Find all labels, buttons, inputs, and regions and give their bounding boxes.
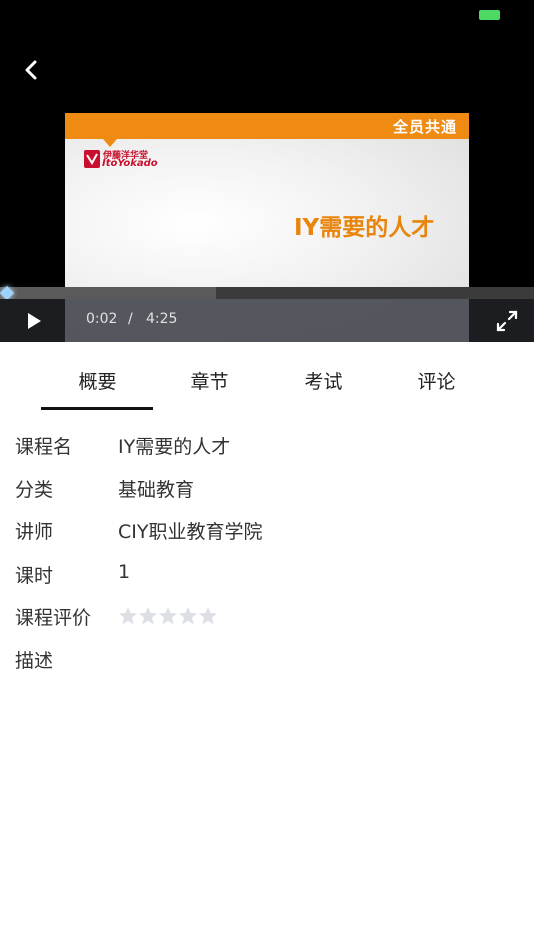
battery-icon (479, 10, 500, 20)
brand-logo: 伊藤洋华堂 ItoYokado (84, 148, 158, 170)
rating-row: 课程评价 (0, 603, 534, 633)
fullscreen-button[interactable] (494, 308, 520, 334)
current-time: 0:02 (86, 311, 118, 327)
back-button[interactable] (14, 52, 50, 88)
tab-overview[interactable]: 概要 (41, 342, 154, 410)
slide-title: IY需要的人才 (294, 215, 435, 241)
player-controls: 0:02 / 4:25 (0, 299, 534, 342)
lecturer-row: 讲师 CIY职业教育学院 (0, 517, 534, 547)
tab-comments[interactable]: 评论 (380, 342, 493, 410)
lecturer-label: 讲师 (15, 521, 54, 543)
time-separator: / (128, 311, 133, 327)
slide-pointer (103, 139, 117, 147)
lecturer-value: CIY职业教育学院 (118, 521, 263, 543)
course-name-value: IY需要的人才 (118, 436, 231, 458)
progress-fill (0, 287, 217, 299)
chevron-left-icon (25, 60, 37, 80)
course-name-row: 课程名 IY需要的人才 (0, 432, 534, 462)
active-tab-indicator (41, 407, 153, 410)
video-player[interactable]: 全员共通 伊藤洋华堂 ItoYokado IY需要的人才 0:02 / 4:25 (0, 0, 534, 342)
category-label: 分类 (15, 479, 54, 501)
star-icon (159, 607, 177, 625)
tab-chapters[interactable]: 章节 (153, 342, 266, 410)
star-icon (199, 607, 217, 625)
slide-tag: 全员共通 (392, 118, 457, 136)
progress-bar[interactable] (0, 285, 534, 301)
category-value: 基础教育 (118, 479, 195, 501)
tab-bar: 概要 章节 考试 评论 (0, 342, 534, 412)
star-icon (139, 607, 157, 625)
logo-bird-icon (84, 150, 100, 168)
star-icon (179, 607, 197, 625)
slide-header-bar: 全员共通 (65, 113, 469, 139)
logo-text-en: ItoYokado (102, 158, 158, 169)
hours-label: 课时 (15, 565, 54, 587)
hours-row: 课时 1 (0, 561, 534, 591)
rating-label: 课程评价 (15, 607, 92, 629)
star-icon (119, 607, 137, 625)
category-row: 分类 基础教育 (0, 475, 534, 505)
tab-exam[interactable]: 考试 (267, 342, 380, 410)
hours-value: 1 (118, 561, 131, 583)
fullscreen-icon (496, 310, 518, 332)
play-button[interactable] (22, 310, 44, 332)
duration: 4:25 (146, 311, 178, 327)
description-label: 描述 (15, 650, 54, 672)
description-row: 描述 (0, 646, 534, 676)
course-name-label: 课程名 (15, 436, 73, 458)
play-icon (28, 313, 41, 329)
